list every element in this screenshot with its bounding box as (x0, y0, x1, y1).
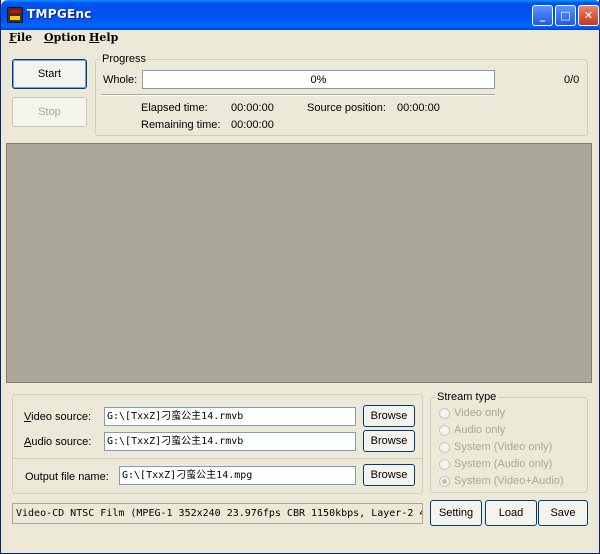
audio-source-label-text: udio source: (31, 436, 92, 448)
stop-button[interactable]: Stop (12, 97, 87, 127)
window-title: TMPGEnc (27, 7, 92, 21)
radio-system-video-only[interactable] (439, 442, 450, 453)
progress-percent: 0% (310, 74, 327, 86)
maximize-button[interactable]: □ (555, 5, 576, 26)
close-button[interactable]: ✕ (578, 5, 599, 26)
radio-video-only-label: Video only (454, 407, 506, 419)
title-bar[interactable]: TMPGEnc _ □ ✕ (1, 0, 600, 30)
video-preview-area (6, 143, 592, 383)
menu-help[interactable]: Help (89, 31, 118, 44)
output-format-status: Video-CD NTSC Film (MPEG-1 352x240 23.97… (12, 503, 423, 524)
menu-option[interactable]: Option (44, 31, 86, 44)
setting-button[interactable]: Setting (430, 500, 482, 526)
whole-label: Whole: (103, 74, 138, 86)
menu-help-hotkey: H (89, 31, 100, 44)
whole-progress-bar: 0% (142, 70, 495, 89)
load-button[interactable]: Load (485, 500, 537, 526)
radio-system-audio-only[interactable] (439, 459, 450, 470)
remaining-time-value: 00:00:00 (231, 119, 274, 131)
menu-bar: File Option Help (5, 30, 595, 46)
video-source-input[interactable]: G:\[TxxZ]刁蛮公主14.rmvb (104, 407, 356, 426)
output-browse-button[interactable]: Browse (363, 464, 415, 486)
video-browse-button[interactable]: Browse (363, 405, 415, 427)
output-file-label: Output file name: (25, 471, 109, 483)
radio-system-video-only-label: System (Video only) (454, 441, 553, 453)
stream-type-legend: Stream type (435, 391, 499, 403)
menu-file[interactable]: File (9, 31, 32, 44)
video-source-label: Video source: (24, 411, 91, 423)
radio-audio-only-label: Audio only (454, 424, 506, 436)
application-window: TMPGEnc _ □ ✕ File Option Help Start Sto… (0, 0, 600, 554)
output-file-input[interactable]: G:\[TxxZ]刁蛮公主14.mpg (119, 466, 356, 485)
radio-system-video-audio-label: System (Video+Audio) (454, 475, 564, 487)
audio-browse-button[interactable]: Browse (363, 430, 415, 452)
radio-video-only[interactable] (439, 408, 450, 419)
source-position-value: 00:00:00 (397, 102, 440, 114)
radio-system-video-audio[interactable] (439, 476, 450, 487)
elapsed-time-label: Elapsed time: (141, 102, 208, 114)
audio-source-label: Audio source: (24, 436, 91, 448)
radio-audio-only[interactable] (439, 425, 450, 436)
minimize-button[interactable]: _ (532, 5, 553, 26)
audio-source-input[interactable]: G:\[TxxZ]刁蛮公主14.rmvb (104, 432, 356, 451)
source-position-label: Source position: (307, 102, 386, 114)
progress-separator (101, 94, 495, 96)
menu-file-label: ile (16, 31, 33, 44)
menu-file-hotkey: F (9, 31, 17, 44)
menu-option-hotkey: O (44, 31, 54, 44)
remaining-time-label: Remaining time: (141, 119, 221, 131)
progress-legend: Progress (100, 53, 149, 65)
save-button[interactable]: Save (538, 500, 588, 526)
menu-help-label: elp (99, 31, 119, 44)
elapsed-time-value: 00:00:00 (231, 102, 274, 114)
tmpgenc-app-icon[interactable] (7, 7, 23, 23)
menu-option-label: ption (53, 31, 86, 44)
video-source-label-text: ideo source: (31, 411, 92, 423)
radio-system-audio-only-label: System (Audio only) (454, 458, 553, 470)
progress-count: 0/0 (564, 74, 580, 86)
start-button[interactable]: Start (12, 59, 87, 89)
